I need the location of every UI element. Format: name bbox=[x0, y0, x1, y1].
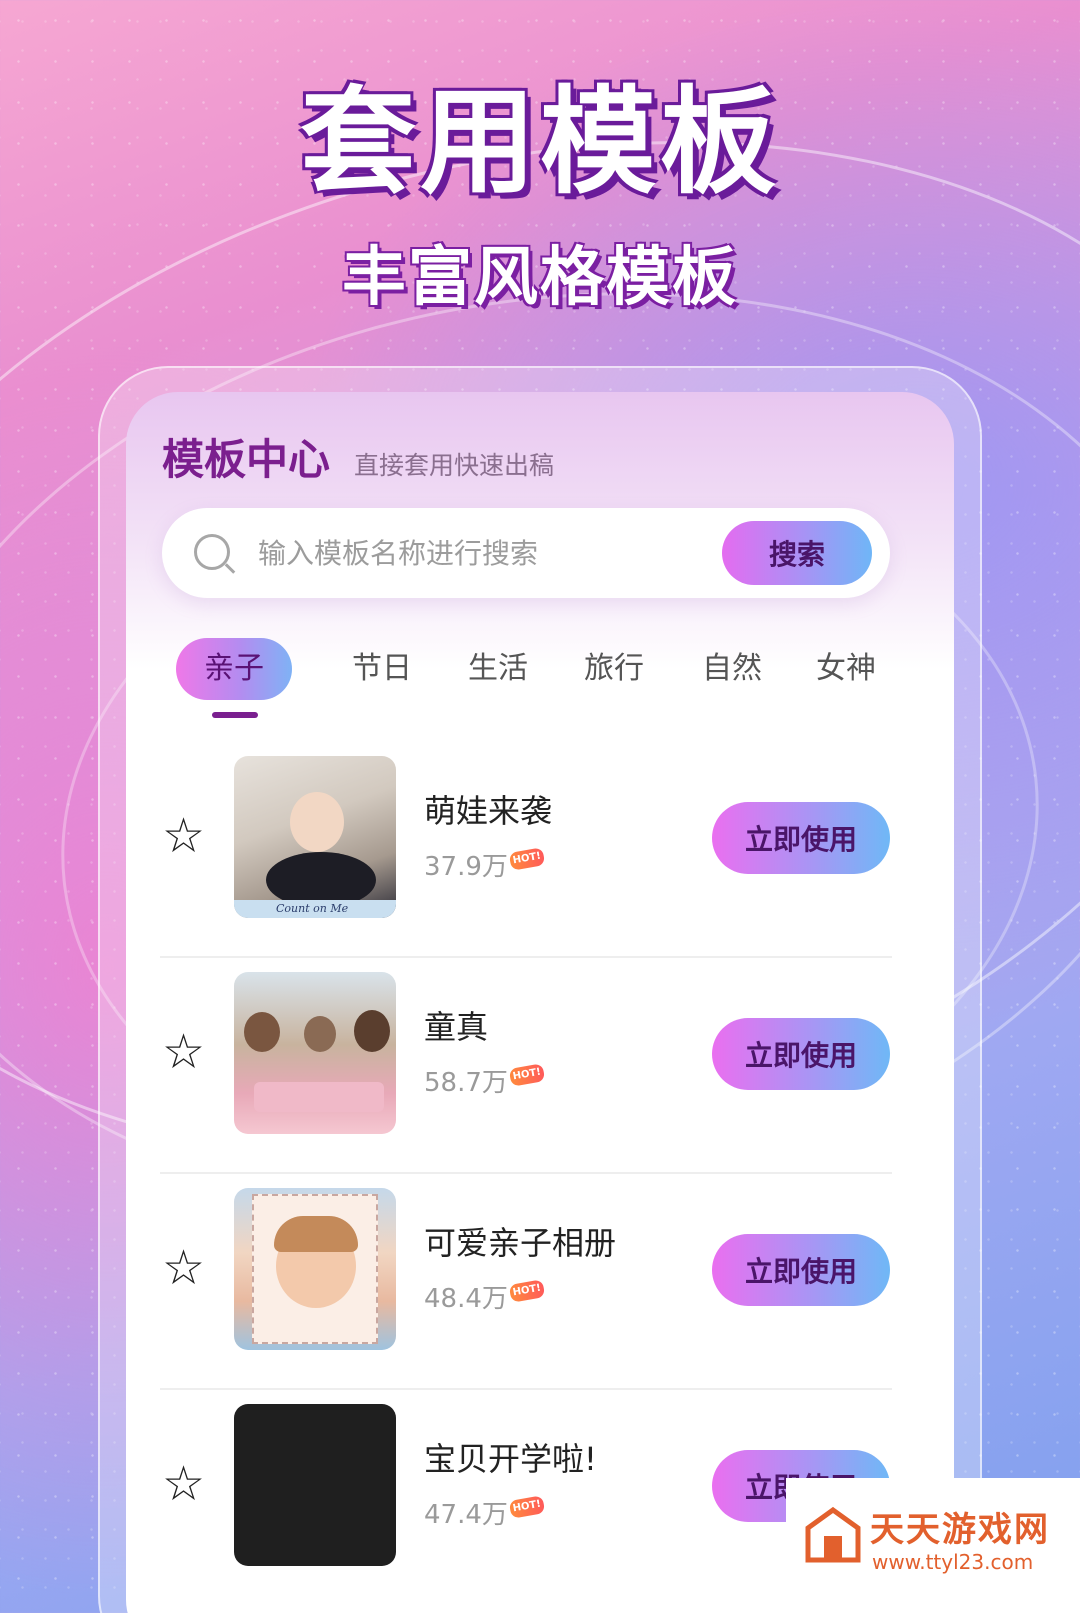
template-title: 童真 bbox=[424, 1008, 489, 1046]
hot-badge: HOT! bbox=[508, 1495, 546, 1519]
tab-parent-child[interactable]: 亲子 bbox=[176, 638, 292, 700]
template-title: 萌娃来袭 bbox=[424, 792, 553, 830]
use-template-button[interactable]: 立即使用 bbox=[712, 1234, 890, 1306]
watermark: 天天游戏网 www.ttyl23.com bbox=[786, 1478, 1080, 1613]
search-icon bbox=[194, 534, 230, 570]
category-tabs: 亲子 节日 生活 旅行 自然 女神 bbox=[162, 638, 922, 718]
hot-badge: HOT! bbox=[508, 1063, 546, 1087]
template-thumbnail[interactable] bbox=[234, 1188, 396, 1350]
use-template-button[interactable]: 立即使用 bbox=[712, 1018, 890, 1090]
page-subtitle: 直接套用快速出稿 bbox=[354, 451, 555, 480]
star-outline-icon[interactable]: ☆ bbox=[162, 1244, 210, 1292]
template-thumbnail[interactable] bbox=[234, 1404, 396, 1566]
child-figure bbox=[354, 1010, 390, 1052]
thumbnail-caption: Count on Me bbox=[234, 900, 396, 918]
search-bar: 搜索 bbox=[162, 508, 890, 598]
tab-holiday[interactable]: 节日 bbox=[342, 638, 422, 700]
child-figure bbox=[244, 1012, 280, 1052]
active-tab-indicator bbox=[212, 712, 258, 718]
template-title: 可爱亲子相册 bbox=[424, 1224, 617, 1262]
usage-count: 47.4万 bbox=[424, 1500, 508, 1530]
template-thumbnail[interactable] bbox=[234, 972, 396, 1134]
usage-count: 58.7万 bbox=[424, 1068, 508, 1098]
star-outline-icon[interactable]: ☆ bbox=[162, 1028, 210, 1076]
page-title: 模板中心 bbox=[162, 435, 331, 484]
header: 模板中心 直接套用快速出稿 bbox=[162, 426, 554, 487]
use-template-button[interactable]: 立即使用 bbox=[712, 802, 890, 874]
child-figure bbox=[304, 1016, 336, 1052]
usage-count: 48.4万 bbox=[424, 1284, 508, 1314]
hero-title: 套用模板 bbox=[300, 75, 780, 210]
hot-badge: HOT! bbox=[508, 847, 546, 871]
tab-nature[interactable]: 自然 bbox=[692, 638, 772, 700]
child-figure bbox=[290, 792, 344, 852]
search-input[interactable] bbox=[258, 530, 698, 576]
tab-life[interactable]: 生活 bbox=[458, 638, 538, 700]
star-outline-icon[interactable]: ☆ bbox=[162, 1460, 210, 1508]
watermark-url: www.ttyl23.com bbox=[872, 1550, 1034, 1574]
list-item: ☆ 可爱亲子相册 48.4万 HOT! 立即使用 bbox=[126, 1174, 954, 1390]
table-shape bbox=[254, 1082, 384, 1112]
child-hair bbox=[274, 1216, 358, 1252]
list-item: ☆ 童真 58.7万 HOT! 立即使用 bbox=[126, 958, 954, 1174]
template-thumbnail[interactable]: Count on Me bbox=[234, 756, 396, 918]
search-button[interactable]: 搜索 bbox=[722, 521, 872, 585]
hot-badge: HOT! bbox=[508, 1279, 546, 1303]
list-item: ☆ Count on Me 萌娃来袭 37.9万 HOT! 立即使用 bbox=[126, 742, 954, 958]
template-title: 宝贝开学啦! bbox=[424, 1440, 597, 1478]
tab-travel[interactable]: 旅行 bbox=[574, 638, 654, 700]
watermark-name: 天天游戏网 bbox=[870, 1510, 1050, 1550]
tab-goddess[interactable]: 女神 bbox=[806, 638, 886, 700]
house-logo-icon bbox=[805, 1506, 861, 1563]
star-outline-icon[interactable]: ☆ bbox=[162, 812, 210, 860]
usage-count: 37.9万 bbox=[424, 852, 508, 882]
hero-subtitle: 丰富风格模板 bbox=[342, 241, 738, 315]
app-screen: 模板中心 直接套用快速出稿 搜索 亲子 节日 生活 旅行 自然 女神 ☆ Cou… bbox=[126, 392, 954, 1613]
